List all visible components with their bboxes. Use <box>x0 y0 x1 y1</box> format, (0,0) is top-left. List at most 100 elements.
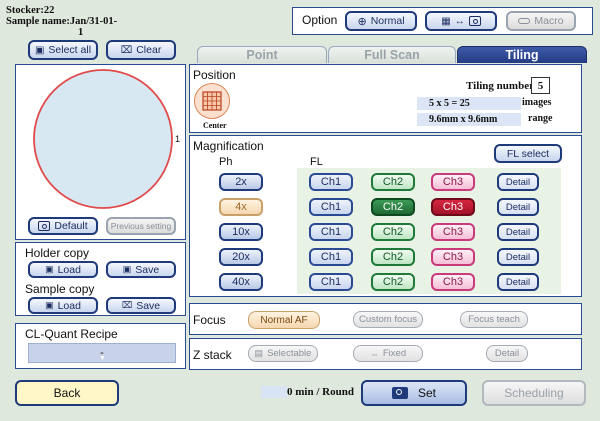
fl-header: FL <box>310 156 323 168</box>
tiling-number-label: Tiling number <box>466 80 534 92</box>
holder-load-button[interactable]: ▣ Load <box>28 261 98 278</box>
ch3-4x-button[interactable]: Ch3 <box>431 198 475 216</box>
option-label: Option <box>302 13 338 27</box>
range-value: 9.6mm x 9.6mm <box>417 113 521 126</box>
camera-swap-button[interactable]: ▦ ↔ <box>425 11 497 31</box>
position-title: Position <box>193 68 236 82</box>
mag-20x-button[interactable]: 20x <box>219 248 263 266</box>
back-button[interactable]: Back <box>15 380 119 406</box>
ch1-10x-button[interactable]: Ch1 <box>309 223 353 241</box>
detail-40x-button[interactable]: Detail <box>497 273 539 291</box>
default-label: Default <box>54 220 88 232</box>
ph-header: Ph <box>219 156 233 168</box>
sample-load-button[interactable]: ▣ Load <box>28 297 98 314</box>
ch2-2x-button[interactable]: Ch2 <box>371 173 415 191</box>
set-label: Set <box>417 386 436 400</box>
camera-icon <box>468 16 481 26</box>
zstack-detail-button[interactable]: Detail <box>486 345 528 362</box>
mag-40x-button[interactable]: 40x <box>219 273 263 291</box>
normal-af-button[interactable]: Normal AF <box>248 311 320 329</box>
macro-label: Macro <box>534 15 564 27</box>
recipe-title: CL-Quant Recipe <box>25 327 118 341</box>
stocker-label: Stocker:22 <box>6 5 55 16</box>
recipe-select[interactable]: - ▼ <box>28 343 176 363</box>
macro-button[interactable]: Macro <box>506 11 576 31</box>
tab-full-scan[interactable]: Full Scan <box>328 46 456 63</box>
crosshair-icon: ⊕ <box>357 15 367 28</box>
tab-tiling[interactable]: Tiling <box>457 46 587 63</box>
zstack-title: Z stack <box>193 348 232 362</box>
set-button[interactable]: Set <box>361 380 467 406</box>
normal-mode-button[interactable]: ⊕ Normal <box>345 11 417 31</box>
detail-4x-button[interactable]: Detail <box>497 198 539 216</box>
tiling-number-input[interactable]: 5 <box>531 77 550 94</box>
camera-icon <box>38 221 51 231</box>
magnification-title: Magnification <box>193 139 264 153</box>
holder-save-label: Save <box>135 263 160 276</box>
default-button[interactable]: Default <box>28 217 98 235</box>
selectable-icon: ▤ <box>254 348 264 358</box>
load-icon: ▣ <box>45 264 54 274</box>
fl-select-label: FL select <box>506 147 550 160</box>
macro-icon <box>518 18 531 24</box>
scheduling-label: Scheduling <box>504 386 564 400</box>
round-time-swatch <box>261 386 287 398</box>
ch2-10x-button[interactable]: Ch2 <box>371 223 415 241</box>
sample-name-continuation: 1 <box>78 27 84 38</box>
ch3-2x-button[interactable]: Ch3 <box>431 173 475 191</box>
sample-save-button[interactable]: ⌧ Save <box>106 297 176 314</box>
ch1-4x-button[interactable]: Ch1 <box>309 198 353 216</box>
detail-10x-button[interactable]: Detail <box>497 223 539 241</box>
ch2-40x-button[interactable]: Ch2 <box>371 273 415 291</box>
mag-2x-button[interactable]: 2x <box>219 173 263 191</box>
clear-button[interactable]: ⌧ Clear <box>106 40 176 60</box>
focus-title: Focus <box>193 313 226 327</box>
ch3-40x-button[interactable]: Ch3 <box>431 273 475 291</box>
select-all-label: Select all <box>48 44 92 56</box>
ch1-40x-button[interactable]: Ch1 <box>309 273 353 291</box>
ch3-20x-button[interactable]: Ch3 <box>431 248 475 266</box>
camera-icon <box>391 387 408 399</box>
save-icon: ⌧ <box>121 300 133 310</box>
select-all-button[interactable]: ▣ Select all <box>28 40 98 60</box>
images-value: 5 x 5 = 25 <box>417 97 521 110</box>
normal-mode-label: Normal <box>370 15 405 27</box>
vessel-map[interactable] <box>28 66 184 214</box>
detail-20x-button[interactable]: Detail <box>497 248 539 266</box>
scheduling-button[interactable]: Scheduling <box>482 380 586 406</box>
fixed-label: Fixed <box>382 348 407 359</box>
select-all-icon: ▣ <box>34 44 45 56</box>
fl-select-button[interactable]: FL select <box>494 144 562 163</box>
fixed-icon: ⇔ <box>369 348 379 359</box>
tab-point[interactable]: Point <box>197 46 327 63</box>
fixed-button[interactable]: ⇔ Fixed <box>353 345 423 362</box>
center-position-button[interactable] <box>194 83 230 119</box>
custom-focus-button[interactable]: Custom focus <box>353 311 423 328</box>
ch1-20x-button[interactable]: Ch1 <box>309 248 353 266</box>
images-label: images <box>522 97 552 108</box>
selectable-button[interactable]: ▤ Selectable <box>248 345 318 362</box>
range-label: range <box>528 113 553 124</box>
sample-load-label: Load <box>57 299 81 312</box>
mag-10x-button[interactable]: 10x <box>219 223 263 241</box>
ch3-10x-button[interactable]: Ch3 <box>431 223 475 241</box>
focus-teach-button[interactable]: Focus teach <box>460 311 528 328</box>
swap-arrow-icon: ↔ <box>454 15 465 27</box>
load-icon: ▣ <box>45 300 54 310</box>
previous-setting-button[interactable]: Previous setting <box>106 217 176 235</box>
ch1-2x-button[interactable]: Ch1 <box>309 173 353 191</box>
holder-copy-title: Holder copy <box>25 246 90 260</box>
clear-icon: ⌧ <box>120 44 133 56</box>
selectable-label: Selectable <box>267 348 312 359</box>
ch2-20x-button[interactable]: Ch2 <box>371 248 415 266</box>
mag-4x-button[interactable]: 4x <box>219 198 263 216</box>
save-icon: ▣ <box>122 264 132 274</box>
center-label: Center <box>203 121 227 130</box>
detail-2x-button[interactable]: Detail <box>497 173 539 191</box>
ch2-4x-button[interactable]: Ch2 <box>371 198 415 216</box>
holder-save-button[interactable]: ▣ Save <box>106 261 176 278</box>
holder-load-label: Load <box>57 263 81 276</box>
previous-setting-label: Previous setting <box>110 221 172 231</box>
sample-save-label: Save <box>136 299 161 312</box>
vessel-marker-label: 1 <box>175 134 181 144</box>
